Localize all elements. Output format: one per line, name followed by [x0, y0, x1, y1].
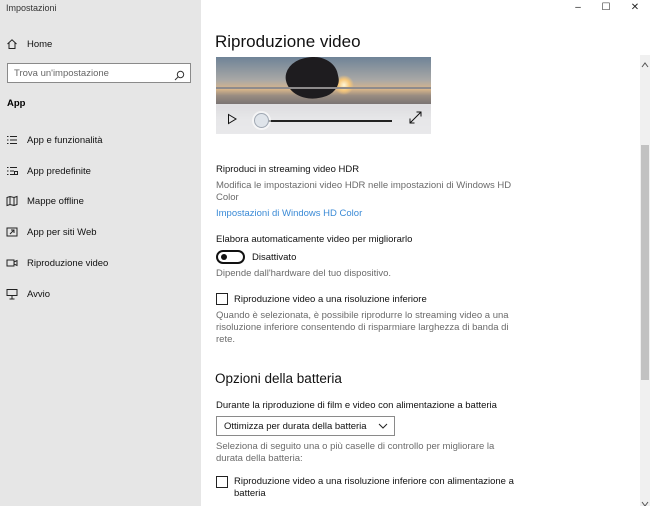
scrollbar-thumb[interactable]: [641, 145, 649, 380]
hdr-desc-line1: Modifica le impostazioni video HDR nelle…: [216, 180, 512, 191]
video-figure: [282, 57, 342, 104]
hdr-settings-link[interactable]: Impostazioni di Windows HD Color: [216, 208, 362, 220]
auto-enhance-heading: Elabora automaticamente video per miglio…: [216, 234, 413, 245]
nav-home[interactable]: Home: [0, 32, 201, 56]
toggle-knob: [221, 254, 227, 260]
video-icon: [6, 257, 18, 269]
chevron-down-icon: [378, 422, 388, 430]
video-controls-bar: [216, 104, 431, 134]
hdr-heading: Riproduci in streaming video HDR: [216, 164, 360, 175]
main-panel: Riproduzione video Riproduci in streamin…: [201, 0, 650, 506]
lowres-label[interactable]: Riproduzione video a una risoluzione inf…: [234, 294, 427, 306]
sidebar-item-default-apps[interactable]: App predefinite: [0, 159, 201, 183]
sidebar-item-apps-features[interactable]: App e funzionalità: [0, 128, 201, 152]
startup-icon: [6, 288, 18, 300]
section-label-app: App: [7, 98, 26, 109]
nav-home-label: Home: [27, 38, 53, 50]
battery-mode-dropdown[interactable]: Ottimizza per durata della batteria: [216, 416, 395, 436]
scroll-down-icon[interactable]: [641, 495, 649, 506]
page-title: Riproduzione video: [215, 32, 361, 51]
map-icon: [6, 195, 18, 207]
video-rail: [216, 87, 431, 89]
sidebar-item-offline-maps[interactable]: Mappe offline: [0, 189, 201, 213]
hdr-desc-line2: Color: [216, 192, 239, 203]
battery-label: Durante la riproduzione di film e video …: [216, 400, 497, 411]
sidebar-item-label: App predefinite: [27, 165, 91, 177]
sidebar-item-label: Mappe offline: [27, 195, 84, 207]
lowres-desc-line1: Quando è selezionata, è possibile riprod…: [216, 310, 509, 321]
window-title: Impostazioni: [6, 3, 57, 13]
auto-enhance-desc: Dipende dall'hardware del tuo dispositiv…: [216, 268, 392, 279]
sidebar-item-startup[interactable]: Avvio: [0, 282, 201, 306]
battery-lowres-checkbox[interactable]: [216, 476, 228, 488]
home-icon: [6, 38, 18, 50]
video-seek-track[interactable]: [262, 120, 392, 122]
battery-desc-line1: Seleziona di seguito una o più caselle d…: [216, 441, 495, 452]
auto-enhance-state: Disattivato: [252, 252, 297, 263]
sidebar: Impostazioni Home App App e funzionalità…: [0, 0, 201, 506]
sidebar-item-label: App e funzionalità: [27, 134, 103, 146]
web-app-icon: [6, 226, 18, 238]
scroll-up-icon[interactable]: [641, 56, 649, 68]
apps-list-icon: [6, 134, 18, 146]
battery-lowres-label-line1[interactable]: Riproduzione video a una risoluzione inf…: [234, 476, 514, 488]
sidebar-item-web-apps[interactable]: App per siti Web: [0, 220, 201, 244]
fullscreen-icon[interactable]: [409, 111, 422, 124]
search-icon[interactable]: [174, 68, 185, 81]
lowres-desc-line3: rete.: [216, 334, 236, 345]
sidebar-item-label: Avvio: [27, 288, 51, 300]
battery-heading: Opzioni della batteria: [215, 371, 342, 386]
battery-desc-line2: durata della batteria:: [216, 453, 303, 464]
lowres-desc-line2: risoluzione inferiore consentendo di ris…: [216, 322, 509, 333]
search-box[interactable]: [7, 63, 191, 83]
battery-lowres-label-line2[interactable]: batteria: [234, 488, 266, 500]
default-apps-icon: [6, 165, 18, 177]
video-preview[interactable]: [216, 57, 431, 134]
search-input[interactable]: [14, 67, 174, 79]
scrollbar[interactable]: [640, 55, 650, 506]
play-icon[interactable]: [226, 112, 238, 125]
video-seek-thumb[interactable]: [254, 113, 269, 128]
lowres-checkbox[interactable]: [216, 293, 228, 305]
sidebar-item-label: App per siti Web: [27, 226, 97, 238]
sidebar-item-label: Riproduzione video: [27, 257, 109, 269]
dropdown-value: Ottimizza per durata della batteria: [224, 420, 367, 432]
sidebar-item-video-playback[interactable]: Riproduzione video: [0, 251, 201, 275]
auto-enhance-toggle[interactable]: [216, 250, 245, 264]
